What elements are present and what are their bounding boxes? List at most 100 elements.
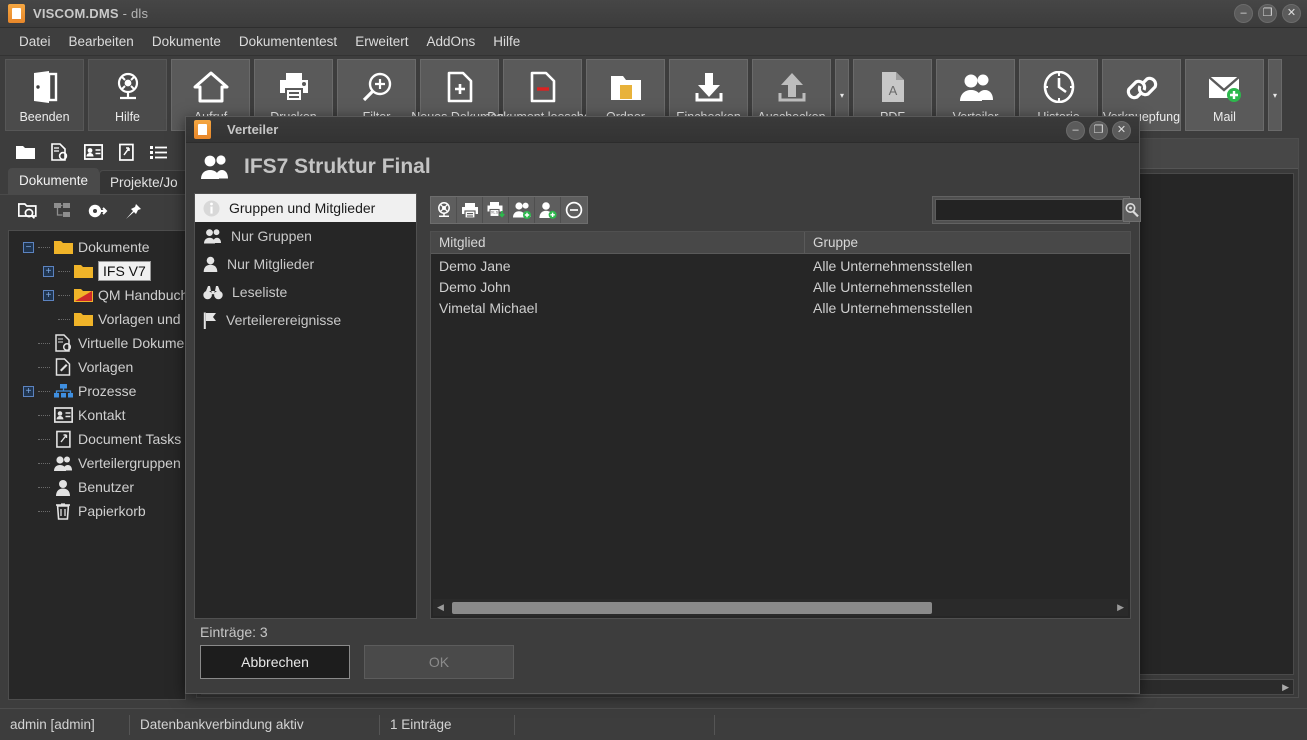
tree-item-qm-handbuch[interactable]: + QM Handbuch [9,283,185,307]
window-title-sub: - dls [122,6,149,21]
list-icon[interactable] [150,144,167,160]
window-title-text: VISCOM.DMS [33,6,119,21]
logout-arrow-icon[interactable] [88,203,108,219]
trash-icon [53,502,73,520]
tree-expander-plus-2[interactable]: + [43,289,54,301]
chevron-down-icon: ▾ [839,90,844,100]
folder-search-icon[interactable] [18,202,38,219]
grid-column-gruppe[interactable]: Gruppe [805,232,858,253]
window-controls: – ❐ ✕ [1234,4,1301,23]
toolbar-button-hilfe[interactable]: Hilfe [88,59,167,131]
tree-label: Verteilergruppen [78,455,181,471]
tree-item-prozesse[interactable]: + Prozesse [9,379,185,403]
nav-label: Nur Gruppen [231,228,312,244]
close-icon: ✕ [1286,7,1297,19]
tree-item-dokumente[interactable]: − Dokumente [9,235,185,259]
members-grid[interactable]: Mitglied Gruppe Demo Jane Alle Unternehm… [430,231,1131,619]
document-search-icon[interactable] [51,142,68,161]
add-member-icon[interactable] [535,197,561,223]
scroll-right-icon[interactable]: ▶ [1282,682,1289,693]
remove-icon[interactable] [561,197,587,223]
tree-item-ifs-v7[interactable]: + IFS V7 [9,259,185,283]
tree-label-selected: IFS V7 [98,261,151,281]
contact-card-icon[interactable] [84,143,103,160]
nav-item-gruppen-und-mitglieder[interactable]: Gruppen und Mitglieder [195,194,416,222]
tree-item-benutzer[interactable]: Benutzer [9,475,185,499]
tree-label: Document Tasks [78,431,182,447]
grid-hscrollbar[interactable]: ◀ ▶ [433,599,1128,616]
printer-icon[interactable] [457,197,483,223]
export-xls-icon[interactable]: XLS [483,197,509,223]
grid-column-mitglied[interactable]: Mitglied [431,232,805,253]
tree-item-document-tasks[interactable]: Document Tasks [9,427,185,451]
nav-label: Gruppen und Mitglieder [229,200,376,216]
application-window: VISCOM.DMS - dls – ❐ ✕ Datei Bearbeiten … [0,0,1307,740]
tree-label: Papierkorb [78,503,146,519]
menu-dokumententest[interactable]: Dokumententest [230,31,346,52]
document-remove-icon [529,67,557,107]
tree-item-vorlagen[interactable]: Vorlagen [9,355,185,379]
toolbar-label-mail: Mail [1213,110,1236,124]
grid-hscroll-thumb[interactable] [451,601,932,614]
minimize-button[interactable]: – [1234,4,1253,23]
menu-dokumente[interactable]: Dokumente [143,31,230,52]
toolbar-overflow-2[interactable]: ▾ [1268,59,1282,131]
scroll-left-icon[interactable]: ◀ [433,602,448,613]
menu-hilfe[interactable]: Hilfe [484,31,529,52]
tree-item-virtuelle-dokumente[interactable]: Virtuelle Dokume [9,331,185,355]
lifebuoy-icon[interactable] [431,197,457,223]
cancel-button[interactable]: Abbrechen [200,645,350,679]
tree-item-vorlagen-und[interactable]: Vorlagen und [9,307,185,331]
tree-expander-plus-3[interactable]: + [23,385,34,397]
table-row[interactable]: Vimetal Michael Alle Unternehmensstellen [431,299,1130,320]
dialog-close-button[interactable]: ✕ [1112,121,1131,140]
dialog-minimize-button[interactable]: – [1066,121,1085,140]
menu-erweitert[interactable]: Erweitert [346,31,417,52]
tree-expander-plus[interactable]: + [43,265,54,277]
pin-icon[interactable] [124,202,142,220]
cell-gruppe: Alle Unternehmensstellen [813,258,973,274]
nav-label: Leseliste [232,284,288,300]
table-row[interactable]: Demo Jane Alle Unternehmensstellen [431,257,1130,278]
dialog-toolbar-group: XLS [430,196,588,224]
nav-item-leseliste[interactable]: Leseliste [195,278,416,306]
toolbar-button-beenden[interactable]: Beenden [5,59,84,131]
dialog-right-pane: XLS Mitglied Gruppe Demo Jane Alle Unter… [430,193,1141,619]
tab-projekte-jobs[interactable]: Projekte/Jo [99,170,189,194]
dialog-body: Gruppen und Mitglieder Nur Gruppen Nur M… [194,193,1141,619]
dialog-nav-list: Gruppen und Mitglieder Nur Gruppen Nur M… [194,193,417,619]
entries-count-label: Einträge: 3 [200,624,268,640]
menu-addons[interactable]: AddOns [417,31,484,52]
dialog-maximize-button[interactable]: ❐ [1089,121,1108,140]
table-row[interactable]: Demo John Alle Unternehmensstellen [431,278,1130,299]
menu-bearbeiten[interactable]: Bearbeiten [60,31,143,52]
folder-icon[interactable] [16,144,35,160]
cell-mitglied: Demo Jane [439,258,511,274]
search-input[interactable] [935,199,1123,221]
tree-label: Kontakt [78,407,126,423]
document-tree[interactable]: − Dokumente + IFS V7 + QM Handbuch Vorla… [8,230,186,700]
tree-item-verteilergruppen[interactable]: Verteilergruppen [9,451,185,475]
tree-structure-icon[interactable] [54,202,72,219]
nav-item-verteilerereignisse[interactable]: Verteilerereignisse [195,306,416,334]
tree-item-kontakt[interactable]: Kontakt [9,403,185,427]
toolbar-button-mail[interactable]: Mail [1185,59,1264,131]
add-group-icon[interactable] [509,197,535,223]
ok-button[interactable]: OK [364,645,514,679]
search-button[interactable] [1123,198,1141,222]
document-add-icon [446,67,474,107]
tree-item-papierkorb[interactable]: Papierkorb [9,499,185,523]
maximize-button[interactable]: ❐ [1258,4,1277,23]
tree-expander-minus[interactable]: − [23,241,34,253]
menu-datei[interactable]: Datei [10,31,60,52]
close-button[interactable]: ✕ [1282,4,1301,23]
nav-item-nur-gruppen[interactable]: Nur Gruppen [195,222,416,250]
scroll-right-icon[interactable]: ▶ [1117,602,1124,613]
grid-header-row: Mitglied Gruppe [431,232,1130,254]
dialog-header-title: IFS7 Struktur Final [244,155,431,178]
tab-dokumente[interactable]: Dokumente [8,168,100,194]
folder-red-icon [73,288,93,303]
clipboard-edit-icon[interactable] [119,143,134,161]
tree-toolbar [0,194,192,226]
nav-item-nur-mitglieder[interactable]: Nur Mitglieder [195,250,416,278]
